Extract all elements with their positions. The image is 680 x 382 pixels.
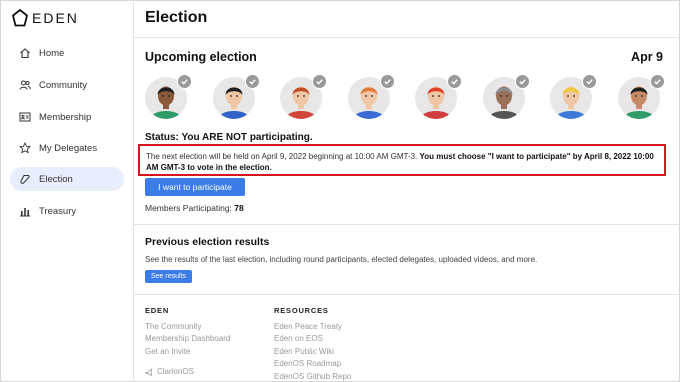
footer-link-membership-dashboard[interactable]: Membership Dashboard — [145, 333, 230, 345]
participant-avatar[interactable] — [279, 74, 327, 120]
check-icon — [582, 74, 597, 89]
check-icon — [447, 74, 462, 89]
participant-avatar[interactable] — [617, 74, 665, 120]
users-icon — [19, 80, 31, 90]
check-icon — [244, 74, 260, 89]
footer-link-community[interactable]: The Community — [145, 321, 230, 333]
upcoming-election-title: Upcoming election — [145, 50, 257, 64]
clarion-link[interactable]: ClarionOS — [145, 367, 194, 376]
pentagon-logo-icon — [12, 9, 28, 27]
participant-avatar[interactable] — [212, 74, 260, 120]
footer-resources-column: RESOURCES Eden Peace Treaty Eden on EOS … — [274, 306, 351, 382]
star-icon — [19, 142, 31, 154]
previous-results-title: Previous election results — [145, 236, 270, 248]
footer-link-eden-on-eos[interactable]: Eden on EOS — [274, 333, 351, 345]
header-divider — [134, 37, 680, 38]
check-icon — [312, 74, 327, 89]
participant-avatar[interactable] — [347, 74, 395, 120]
election-icon — [20, 175, 30, 184]
footer-divider — [134, 294, 680, 295]
footer-link-peace-treaty[interactable]: Eden Peace Treaty — [274, 321, 351, 333]
sidebar-item-label: Membership — [39, 111, 92, 123]
participate-button[interactable]: I want to participate — [145, 178, 245, 196]
members-participating: Members Participating: 78 — [145, 203, 244, 213]
members-participating-count: 78 — [234, 203, 244, 213]
clarion-label: ClarionOS — [157, 367, 194, 376]
check-icon — [514, 74, 530, 89]
sidebar-item-label: Election — [39, 173, 73, 185]
sidebar-item-community[interactable]: Community — [10, 73, 124, 97]
sidebar-item-home[interactable]: Home — [10, 41, 124, 65]
participant-avatar[interactable] — [482, 74, 530, 120]
id-card-icon — [19, 112, 31, 122]
footer-link-public-wiki[interactable]: Eden Public Wiki — [274, 346, 351, 358]
election-date: Apr 9 — [631, 50, 663, 64]
footer-resources-heading: RESOURCES — [274, 306, 329, 315]
bar-chart-icon — [20, 208, 30, 217]
participant-avatars — [144, 74, 665, 122]
sidebar-item-my-delegates[interactable]: My Delegates — [10, 136, 124, 160]
check-icon — [649, 74, 665, 89]
sidebar-item-treasury[interactable]: Treasury — [10, 199, 124, 223]
eden-logo[interactable]: EDEN — [12, 9, 79, 27]
participant-avatar[interactable] — [414, 74, 462, 120]
notice-text: The next election will be held on April … — [146, 152, 420, 161]
check-icon — [379, 74, 395, 89]
sidebar-item-label: Treasury — [39, 205, 77, 217]
page-title: Election — [145, 9, 208, 26]
brand-name: EDEN — [32, 10, 79, 26]
election-notice: The next election will be held on April … — [138, 144, 666, 176]
main-content: Election Upcoming election Apr 9 Status:… — [134, 0, 680, 382]
clarion-icon — [145, 368, 152, 376]
footer-link-github-repo[interactable]: EdenOS Github Repo — [274, 371, 351, 382]
footer-eden-heading: EDEN — [145, 306, 170, 315]
sidebar-item-election[interactable]: Election — [10, 167, 124, 191]
sidebar-item-label: Community — [39, 79, 88, 91]
sidebar-item-label: Home — [39, 47, 65, 59]
members-participating-label: Members Participating: — [145, 203, 235, 213]
footer-link-get-invite[interactable]: Get an Invite — [145, 346, 230, 358]
footer-eden-column: EDEN The Community Membership Dashboard … — [145, 306, 230, 358]
section-divider — [134, 224, 680, 225]
sidebar-item-label: My Delegates — [39, 142, 98, 154]
participation-status: Status: You ARE NOT participating. — [145, 132, 313, 143]
home-icon — [20, 48, 30, 59]
check-icon — [177, 74, 192, 89]
participant-avatar[interactable] — [549, 74, 597, 120]
see-results-button[interactable]: See results — [145, 270, 192, 283]
participant-avatar[interactable] — [144, 74, 192, 120]
previous-results-description: See the results of the last election, in… — [145, 255, 538, 264]
sidebar: EDEN Home Community Membership My Delega… — [0, 0, 134, 382]
sidebar-item-membership[interactable]: Membership — [10, 105, 124, 129]
footer-link-roadmap[interactable]: EdenOS Roadmap — [274, 358, 351, 370]
